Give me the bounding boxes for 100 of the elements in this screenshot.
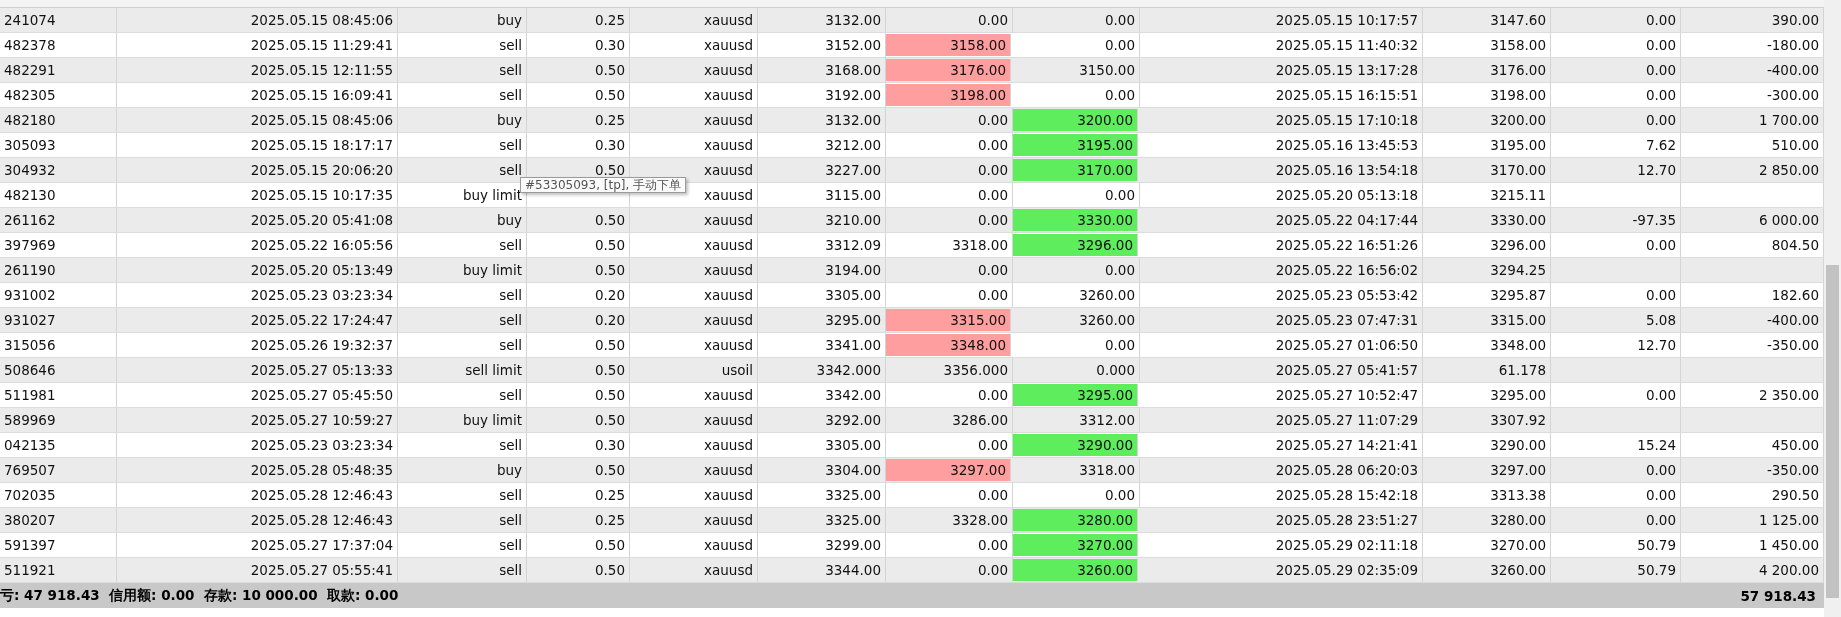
table-cell: 2025.05.29 02:35:09 xyxy=(1140,558,1423,582)
table-cell: 3176.00 xyxy=(1423,58,1551,82)
table-cell: 3295.00 xyxy=(1013,384,1138,406)
table-cell: 241074 xyxy=(0,8,117,32)
table-cell: sell limit xyxy=(398,358,527,382)
table-cell: xauusd xyxy=(630,308,758,332)
table-cell: 3342.000 xyxy=(758,358,886,382)
table-cell: 0.20 xyxy=(527,283,630,307)
table-cell: xauusd xyxy=(630,33,758,57)
table-cell: 3305.00 xyxy=(758,283,886,307)
table-cell: 0.30 xyxy=(527,133,630,157)
table-cell: 0.00 xyxy=(1551,8,1681,32)
table-cell: sell xyxy=(398,308,527,332)
table-cell: 3200.00 xyxy=(1423,108,1551,132)
table-cell: 0.50 xyxy=(527,358,630,382)
table-cell: 3297.00 xyxy=(1423,458,1551,482)
table-cell: buy xyxy=(398,458,527,482)
table-cell: 315056 xyxy=(0,333,117,357)
table-cell: 3158.00 xyxy=(886,34,1011,56)
table-cell: 3170.00 xyxy=(1013,159,1138,181)
table-cell: 3292.00 xyxy=(758,408,886,432)
table-cell: 0.00 xyxy=(1551,483,1681,507)
table-cell: 2025.05.27 11:07:29 xyxy=(1140,408,1423,432)
table-cell: 2025.05.15 08:45:06 xyxy=(117,8,398,32)
table-cell: 3150.00 xyxy=(1013,58,1140,82)
table-cell: 931002 xyxy=(0,283,117,307)
table-cell: 3299.00 xyxy=(758,533,886,557)
table-cell: 2025.05.28 05:48:35 xyxy=(117,458,398,482)
table-cell: 0.00 xyxy=(1551,108,1681,132)
table-cell: 0.00 xyxy=(886,8,1013,32)
table-cell: sell xyxy=(398,533,527,557)
table-cell: 3297.00 xyxy=(886,459,1011,481)
table-cell: 3280.00 xyxy=(1423,508,1551,532)
table-cell: 931027 xyxy=(0,308,117,332)
table-cell: 2025.05.20 05:13:18 xyxy=(1140,183,1423,207)
table-cell: 3318.00 xyxy=(1013,458,1140,482)
table-cell: 397969 xyxy=(0,233,117,257)
table-cell: 2025.05.28 23:51:27 xyxy=(1140,508,1423,532)
table-cell: 0.00 xyxy=(1013,483,1140,507)
table-cell: 2025.05.27 17:37:04 xyxy=(117,533,398,557)
table-cell: 3307.92 xyxy=(1423,408,1551,432)
table-cell: 2025.05.22 16:05:56 xyxy=(117,233,398,257)
table-cell: 2025.05.29 02:11:18 xyxy=(1140,533,1423,557)
table-cell: 0.50 xyxy=(527,408,630,432)
table-cell: 0.50 xyxy=(527,258,630,282)
table-cell: 0.00 xyxy=(1551,458,1681,482)
table-cell: sell xyxy=(398,383,527,407)
table-cell: 7.62 xyxy=(1551,133,1681,157)
table-cell: buy xyxy=(398,108,527,132)
table-cell: sell xyxy=(398,483,527,507)
table-cell: 3212.00 xyxy=(758,133,886,157)
table-cell: 2025.05.27 05:41:57 xyxy=(1140,358,1423,382)
table-cell: 2025.05.27 10:52:47 xyxy=(1140,383,1423,407)
table-cell: 50.79 xyxy=(1551,558,1681,582)
table-cell: 261190 xyxy=(0,258,117,282)
table-cell: 3195.00 xyxy=(1013,134,1138,156)
table-cell: 2025.05.27 05:55:41 xyxy=(117,558,398,582)
scrollbar-thumb[interactable] xyxy=(1826,265,1839,598)
table-cell: 3330.00 xyxy=(1423,208,1551,232)
table-cell: 2025.05.28 06:20:03 xyxy=(1140,458,1423,482)
table-cell: 3325.00 xyxy=(758,483,886,507)
table-cell: xauusd xyxy=(630,83,758,107)
table-cell: 0.50 xyxy=(527,208,630,232)
table-cell: 3356.000 xyxy=(886,358,1013,382)
table-cell: 61.178 xyxy=(1423,358,1551,382)
table-cell: xauusd xyxy=(630,433,758,457)
table-cell: 3158.00 xyxy=(1423,33,1551,57)
table-cell: 3200.00 xyxy=(1013,109,1138,131)
table-cell: 2025.05.23 03:23:34 xyxy=(117,283,398,307)
table-cell: 482378 xyxy=(0,33,117,57)
table-cell: xauusd xyxy=(630,383,758,407)
table-cell: 2025.05.22 17:24:47 xyxy=(117,308,398,332)
table-cell: 0.00 xyxy=(1551,58,1681,82)
table-cell: 2025.05.22 16:56:02 xyxy=(1140,258,1423,282)
table-cell: 3315.00 xyxy=(1423,308,1551,332)
table-cell: 3132.00 xyxy=(758,8,886,32)
table-cell: 3147.60 xyxy=(1423,8,1551,32)
table-cell: 2025.05.15 10:17:35 xyxy=(117,183,398,207)
table-cell: 2025.05.15 16:09:41 xyxy=(117,83,398,107)
table-cell: 3286.00 xyxy=(886,408,1013,432)
table-cell: 12.70 xyxy=(1551,158,1681,182)
table-cell: 3330.00 xyxy=(1013,209,1138,231)
table-cell: 261162 xyxy=(0,208,117,232)
table-cell: 3210.00 xyxy=(758,208,886,232)
table-cell: 0.000 xyxy=(1013,358,1140,382)
table-cell: 482130 xyxy=(0,183,117,207)
scrollbar[interactable] xyxy=(1824,0,1841,617)
table-cell: 3198.00 xyxy=(1423,83,1551,107)
table-cell: 0.30 xyxy=(527,33,630,57)
table-cell: xauusd xyxy=(630,483,758,507)
table-cell: 042135 xyxy=(0,433,117,457)
table-cell: 3195.00 xyxy=(1423,133,1551,157)
table-cell: 702035 xyxy=(0,483,117,507)
table-cell: sell xyxy=(398,558,527,582)
table-cell: sell xyxy=(398,233,527,257)
table-cell: xauusd xyxy=(630,208,758,232)
table-cell: 3227.00 xyxy=(758,158,886,182)
table-cell: 3348.00 xyxy=(886,334,1011,356)
table-cell: 3270.00 xyxy=(1423,533,1551,557)
table-cell: 511921 xyxy=(0,558,117,582)
